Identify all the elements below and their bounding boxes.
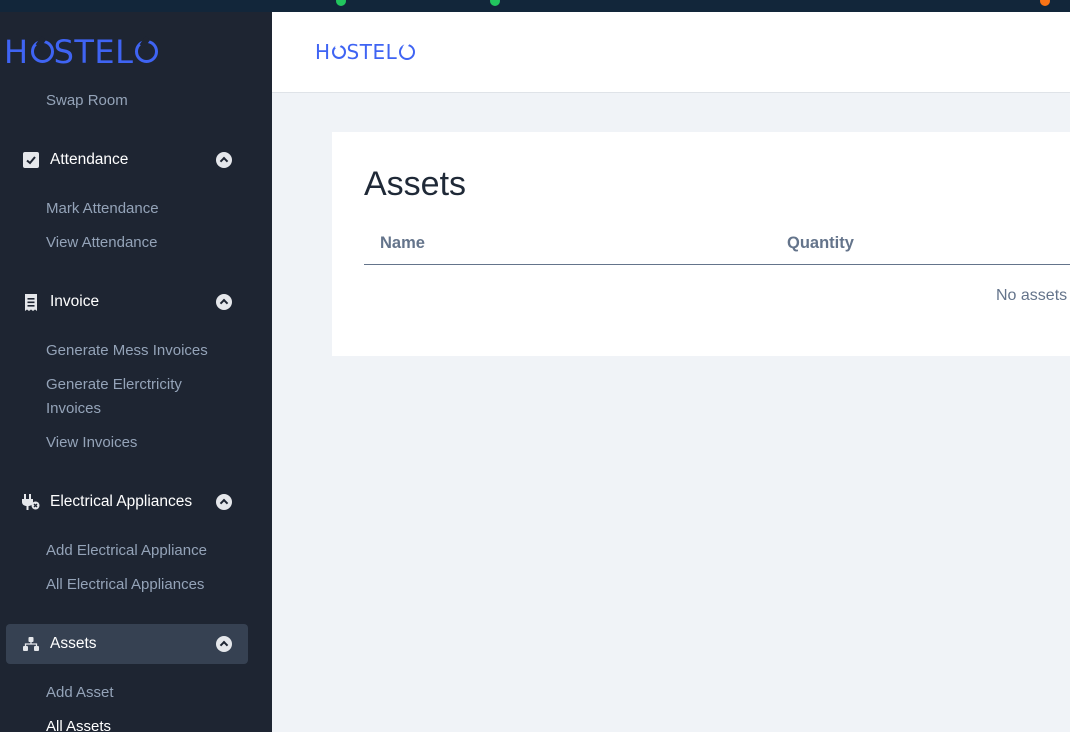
header-logo[interactable]: H STEL (315, 40, 416, 64)
logo-ring-icon (135, 39, 159, 63)
sidebar-section-invoice[interactable]: Invoice (6, 282, 248, 322)
sidebar-item-swap-room[interactable]: Swap Room (46, 89, 128, 113)
sidebar-item-view-attendance[interactable]: View Attendance (46, 231, 157, 255)
tab-favicon (1040, 0, 1050, 6)
sidebar-item-generate-electricity-invoices[interactable]: Generate Elerctricity (46, 373, 182, 397)
sidebar-item-add-electrical-appliance[interactable]: Add Electrical Appliance (46, 539, 207, 563)
column-header-quantity[interactable]: Quantity (787, 232, 854, 254)
tab-favicon (336, 0, 346, 6)
chevron-up-icon[interactable] (216, 152, 232, 168)
sidebar-logo[interactable]: H STEL (4, 34, 159, 70)
logo-ring-icon (399, 44, 416, 60)
sidebar-section-label: Electrical Appliances (50, 493, 193, 510)
sidebar-section-attendance[interactable]: Attendance (6, 140, 248, 180)
check-square-icon (22, 152, 40, 168)
chevron-up-icon[interactable] (216, 494, 232, 510)
sidebar-section-label: Assets (50, 635, 97, 652)
sidebar-item-mark-attendance[interactable]: Mark Attendance (46, 197, 159, 221)
sidebar-section-label: Attendance (50, 151, 129, 168)
tab-favicon (490, 0, 500, 6)
receipt-icon (22, 293, 40, 311)
sidebar-item-generate-electricity-invoices-line2[interactable]: Invoices (46, 397, 101, 421)
assets-card: Assets Name Quantity No assets (332, 132, 1070, 356)
sidebar-section-label: Invoice (50, 293, 100, 310)
browser-top-strip (0, 0, 1070, 12)
top-header: H STEL (272, 12, 1070, 93)
column-header-name[interactable]: Name (380, 232, 425, 254)
sidebar-item-generate-mess-invoices[interactable]: Generate Mess Invoices (46, 339, 208, 363)
assets-icon (22, 636, 40, 652)
sidebar-item-all-electrical-appliances[interactable]: All Electrical Appliances (46, 573, 204, 597)
sidebar: H STEL Swap Room Attendance Mark Attendan… (0, 12, 272, 732)
sidebar-section-assets[interactable]: Assets (6, 624, 248, 664)
page-title: Assets (364, 165, 467, 203)
chevron-up-icon[interactable] (216, 294, 232, 310)
logo-ring-icon (30, 39, 54, 63)
sidebar-item-view-invoices[interactable]: View Invoices (46, 431, 137, 455)
logo-ring-icon (331, 45, 346, 59)
plug-icon (22, 494, 40, 510)
chevron-up-icon[interactable] (216, 636, 232, 652)
sidebar-item-add-asset[interactable]: Add Asset (46, 681, 114, 705)
table-header-divider (364, 264, 1070, 265)
sidebar-section-electrical-appliances[interactable]: Electrical Appliances (6, 482, 248, 522)
empty-state-message: No assets (996, 287, 1068, 304)
sidebar-item-all-assets[interactable]: All Assets (46, 715, 111, 732)
